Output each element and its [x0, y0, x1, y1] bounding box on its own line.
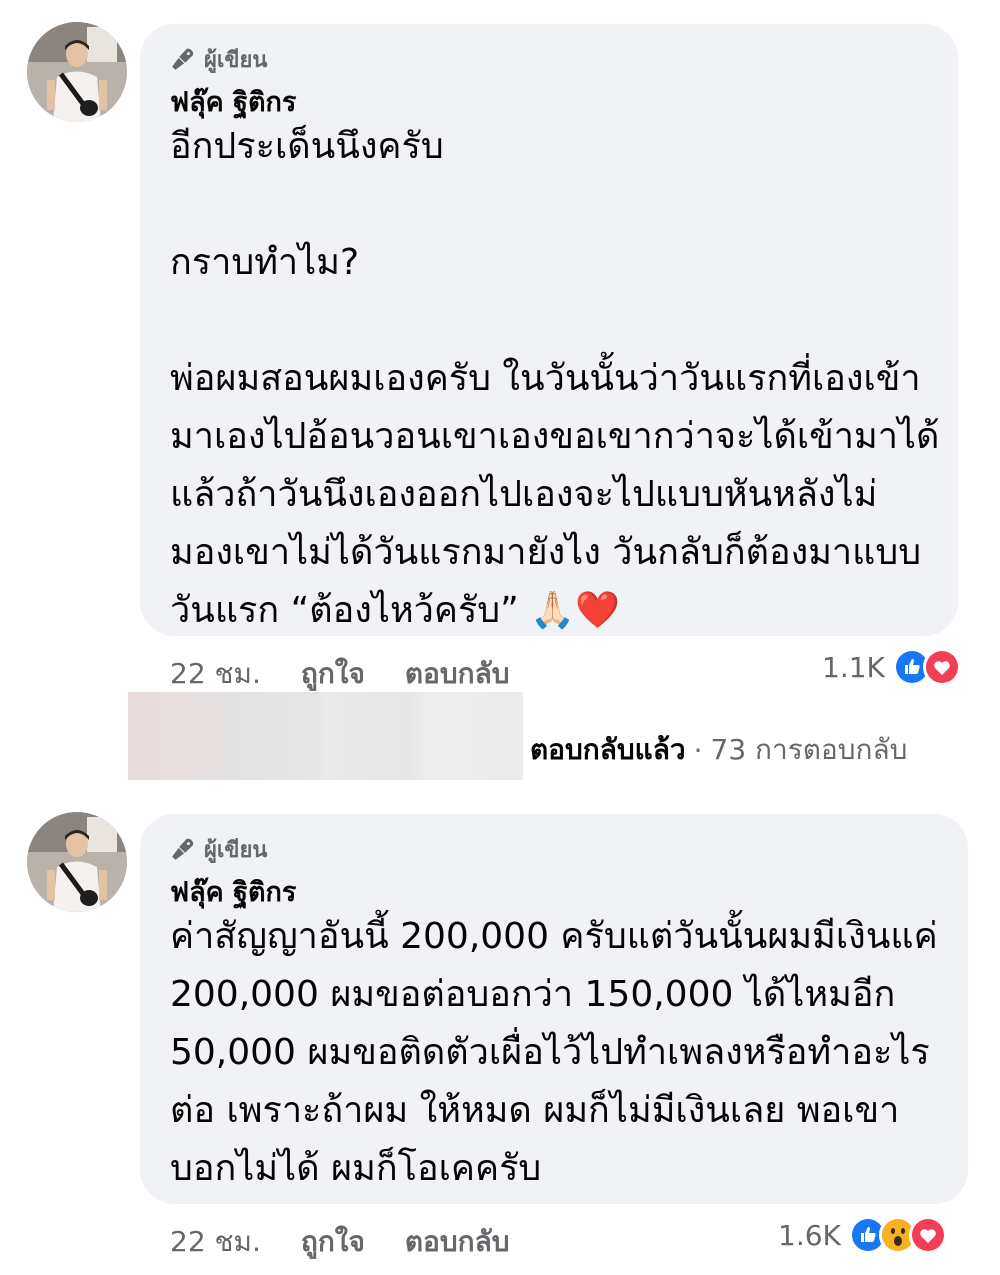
like-button[interactable]: ถูกใจ	[301, 1220, 365, 1264]
love-icon	[908, 1216, 947, 1254]
comment-author-name[interactable]: ฟลุ๊ค ฐิติกร	[170, 80, 928, 118]
blurred-reply-author	[128, 692, 523, 780]
comment-timestamp[interactable]: 22 ชม.	[170, 1220, 261, 1264]
reaction-count: 1.6K	[778, 1218, 841, 1252]
avatar[interactable]	[27, 22, 127, 122]
comment-line: ต่อ เพราะถ้าผม ให้หมด ผมก็ไม่มีเงินเลย พ…	[170, 1090, 900, 1131]
replies-count[interactable]: 73 การตอบกลับ	[711, 728, 908, 772]
replied-label: ตอบกลับแล้ว	[530, 733, 686, 766]
author-badge-label: ผู้เขียน	[204, 47, 268, 73]
author-badge: ผู้เขียน	[170, 44, 928, 74]
comment-body: ค่าสัญญาอันนี้ 200,000 ครับแต่วันนั้นผมม…	[170, 908, 938, 1198]
comment-line: กราบทำไม?	[170, 242, 360, 283]
comment-thread: ผู้เขียน ฟลุ๊ค ฐิติกร อีกประเด็นนึงครับ …	[0, 0, 1000, 1275]
comment-line: ค่าสัญญาอันนี้ 200,000 ครับแต่วันนั้นผมม…	[170, 916, 938, 957]
comment-line: 200,000 ผมขอต่อบอกว่า 150,000 ได้ไหมอีก	[170, 974, 896, 1015]
reaction-summary[interactable]: 1.1K	[822, 648, 961, 686]
comment-line: มองเขาไม่ได้วันแรกมายังไง วันกลับก็ต้องม…	[170, 532, 922, 573]
microphone-icon	[172, 48, 194, 70]
comment-actions: 22 ชม. ถูกใจ ตอบกลับ	[170, 1220, 510, 1264]
comment-body: อีกประเด็นนึงครับ กราบทำไม? พ่อผมสอนผมเอ…	[170, 118, 940, 640]
comment-actions: 22 ชม. ถูกใจ ตอบกลับ	[170, 652, 510, 696]
comment-line: 50,000 ผมขอติดตัวเผื่อไว้ไปทำเพลงหรือทำอ…	[170, 1032, 930, 1073]
author-badge: ผู้เขียน	[170, 834, 938, 864]
comment-line	[170, 292, 928, 350]
comment-line	[170, 176, 928, 234]
like-button[interactable]: ถูกใจ	[301, 652, 365, 696]
separator-dot: ·	[693, 733, 703, 767]
comment-line: พ่อผมสอนผมเองครับ ในวันนั้นว่าวันแรกที่เ…	[170, 358, 921, 399]
reply-button[interactable]: ตอบกลับ	[405, 652, 510, 696]
microphone-icon	[172, 838, 194, 860]
comment-line: บอกไม่ได้ ผมก็โอเคครับ	[170, 1148, 542, 1189]
comment-bubble: ผู้เขียน ฟลุ๊ค ฐิติกร ค่าสัญญาอันนี้ 200…	[140, 814, 968, 1204]
comment-timestamp[interactable]: 22 ชม.	[170, 652, 261, 696]
comment-line: วันแรก “ต้องไหว้ครับ” 🙏🏻❤️	[170, 590, 620, 631]
replies-summary[interactable]: ตอบกลับแล้ว · 73 การตอบกลับ	[530, 728, 907, 772]
reaction-count: 1.1K	[822, 650, 885, 684]
comment-line: อีกประเด็นนึงครับ	[170, 126, 444, 167]
avatar[interactable]	[27, 812, 127, 912]
comment-bubble: ผู้เขียน ฟลุ๊ค ฐิติกร อีกประเด็นนึงครับ …	[140, 24, 958, 636]
comment-line: แล้วถ้าวันนึงเองออกไปเองจะไปแบบหันหลังไม…	[170, 474, 878, 515]
reply-button[interactable]: ตอบกลับ	[405, 1220, 510, 1264]
comment-line: มาเองไปอ้อนวอนเขาเองขอเขากว่าจะได้เข้ามา…	[170, 416, 940, 457]
love-icon	[922, 648, 961, 686]
reaction-summary[interactable]: 1.6K	[778, 1216, 947, 1254]
comment-author-name[interactable]: ฟลุ๊ค ฐิติกร	[170, 870, 938, 908]
author-badge-label: ผู้เขียน	[204, 837, 268, 863]
